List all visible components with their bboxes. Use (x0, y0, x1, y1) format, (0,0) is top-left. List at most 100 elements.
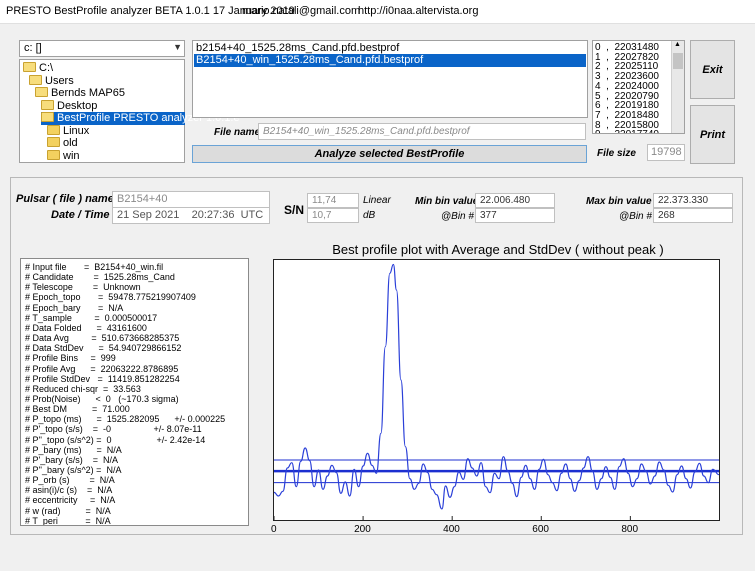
min-bin-at-label: @Bin # (441, 211, 474, 222)
info-line: # P_topo (ms) = 1525.282095 +/- 0.000225 (25, 414, 226, 425)
profile-plot (273, 259, 720, 521)
chevron-up-icon[interactable]: ▲ (674, 41, 681, 48)
directory-label: C:\ (39, 62, 54, 74)
sn-db-field: 10,7 (307, 208, 359, 223)
file-name-label: File name (214, 127, 261, 138)
chevron-down-icon[interactable]: ▼ (173, 42, 182, 52)
author-email: mario.natali@gmail.com (242, 5, 361, 17)
directory-item[interactable]: BestProfile PRESTO analyzer 1.0.1.e (41, 112, 240, 125)
directory-label: old (63, 137, 78, 149)
info-line: # Prob(Noise) < 0 (~170.3 sigma) (25, 393, 179, 404)
analyze-button[interactable]: Analyze selected BestProfile (192, 145, 587, 163)
min-bin-label: Min bin value (415, 196, 479, 207)
bin-list-scrollbar[interactable]: ▲ (671, 41, 684, 133)
x-tick-label: 400 (443, 524, 460, 535)
directory-label: win (63, 149, 80, 162)
file-size-field: 19798 (647, 144, 685, 161)
info-line: # P_orb (s) = N/A (25, 475, 115, 486)
print-button[interactable]: Print (690, 105, 735, 164)
info-line: # P'_bary (s/s) = N/A (25, 454, 118, 465)
directory-item[interactable]: Linux (47, 124, 90, 138)
file-list[interactable]: b2154+40_1525.28ms_Cand.pfd.bestprof B215… (192, 40, 588, 118)
info-line: # P'_topo (s/s) = -0 +/- 8.07e-11 (25, 424, 202, 435)
sn-linear-unit: Linear (363, 195, 391, 206)
info-line: # Best DM = 71.000 (25, 404, 130, 415)
file-name-field[interactable]: B2154+40_win_1525.28ms_Cand.pfd.bestprof (258, 123, 586, 140)
directory-item[interactable]: Desktop (41, 99, 98, 113)
directory-item[interactable]: win (47, 149, 80, 163)
folder-icon (47, 137, 60, 147)
directory-label: Bernds MAP65 (51, 87, 125, 99)
info-line: # P''_topo (s/s^2) = 0 +/- 2.42e-14 (25, 434, 206, 445)
folder-open-icon (29, 74, 42, 85)
time-value: 20:27:36 (191, 209, 235, 221)
info-line: # w (rad) = N/A (25, 505, 111, 516)
drive-label: c: [] (24, 42, 42, 54)
directory-item[interactable]: Bernds MAP65 (35, 87, 125, 100)
sn-label: S/N (284, 203, 305, 217)
info-line: # Data StdDev = 54.940729866152 (25, 343, 182, 354)
info-line: # Reduced chi-sqr = 33.563 (25, 383, 141, 394)
profile-plot-svg (274, 263, 719, 520)
pulsar-name-field: B2154+40 (112, 191, 270, 208)
timezone-value: UTC (240, 209, 264, 221)
bin-row[interactable]: 9 , 22017740 (595, 129, 659, 133)
info-line: # Data Avg = 510.673668285375 (25, 333, 180, 344)
date-value: 21 Sep 2021 (117, 209, 180, 221)
info-line: # P_bary (ms) = N/A (25, 444, 122, 455)
scroll-thumb[interactable] (673, 53, 683, 69)
bin-value-list[interactable]: ▲ 0 , 22031480 1 , 22027820 2 , 22025110 3 … (592, 40, 685, 134)
folder-open-icon (41, 112, 54, 122)
info-line: # Profile Avg = 22063222.8786895 (25, 363, 179, 374)
exit-button[interactable]: Exit (690, 40, 735, 99)
x-axis-ticks: 0 200 400 600 800 (271, 523, 720, 537)
plot-title: Best profile plot with Average and StdDe… (332, 242, 664, 257)
info-line: # Epoch_topo = 59478.775219907409 (25, 292, 196, 303)
folder-open-icon (41, 99, 54, 110)
x-tick-label: 800 (621, 524, 639, 535)
info-line: # eccentricity = N/A (25, 495, 116, 506)
pulsar-name-label: Pulsar ( file ) name (16, 193, 114, 205)
info-line: # Profile StdDev = 11419.851282254 (25, 373, 180, 384)
sn-linear-field: 11,74 (307, 193, 359, 208)
info-line: # Profile Bins = 999 (25, 353, 116, 364)
folder-open-icon (35, 87, 48, 97)
folder-icon (47, 124, 60, 135)
directory-item[interactable]: C:\ (23, 62, 53, 75)
x-tick-label: 200 (354, 524, 371, 535)
max-bin-value-field: 22.373.330 (653, 193, 733, 208)
info-line: # T_sample = 0.000500017 (25, 312, 158, 323)
max-bin-at-label: @Bin # (619, 211, 652, 222)
author-url: http://i0naa.altervista.org (358, 5, 479, 17)
file-item[interactable]: B2154+40_win_1525.28ms_Cand.pfd.bestprof (194, 54, 586, 67)
folder-icon (47, 149, 60, 160)
drive-select[interactable]: c: [] ▼ (19, 40, 185, 57)
directory-item[interactable]: old (47, 137, 78, 150)
directory-label: Linux (63, 124, 90, 137)
info-line: # T_peri = N/A (25, 515, 111, 526)
min-bin-index-field: 377 (475, 208, 555, 223)
info-line: # Input file = B2154+40_win.fil (25, 262, 164, 272)
directory-item[interactable]: Users (29, 74, 74, 88)
info-line: # Telescope = Unknown (25, 282, 141, 293)
directory-label: Users (45, 74, 74, 87)
date-time-label: Date / Time (51, 209, 110, 221)
directory-list[interactable]: C:\ Users Bernds MAP65 Desktop BestProfile P… (19, 59, 240, 163)
max-bin-label: Max bin value (586, 196, 652, 207)
bestprof-info-text[interactable]: # Input file = B2154+40_win.fil # Candida… (20, 258, 249, 526)
folder-open-icon (23, 62, 36, 72)
directory-label: Desktop (57, 99, 98, 112)
info-line: # Data Folded = 43161600 (25, 322, 147, 333)
x-tick-label: 600 (532, 524, 549, 535)
file-size-label: File size (597, 148, 636, 159)
max-bin-index-field: 268 (653, 208, 733, 223)
title-bar: PRESTO BestProfile analyzer BETA 1.0.1 1… (0, 0, 755, 24)
info-line: # P''_bary (s/s^2) = N/A (25, 465, 122, 475)
sn-db-unit: dB (363, 210, 376, 221)
info-line: # Epoch_bary = N/A (25, 302, 124, 313)
min-bin-value-field: 22.006.480 (475, 193, 555, 208)
info-line: # asin(i)/c (s) = N/A (25, 485, 113, 496)
date-time-field: 21 Sep 2021 20:27:36 UTC (112, 207, 270, 224)
x-tick-label: 0 (271, 524, 277, 535)
info-line: # Candidate = 1525.28ms_Cand (25, 272, 175, 283)
